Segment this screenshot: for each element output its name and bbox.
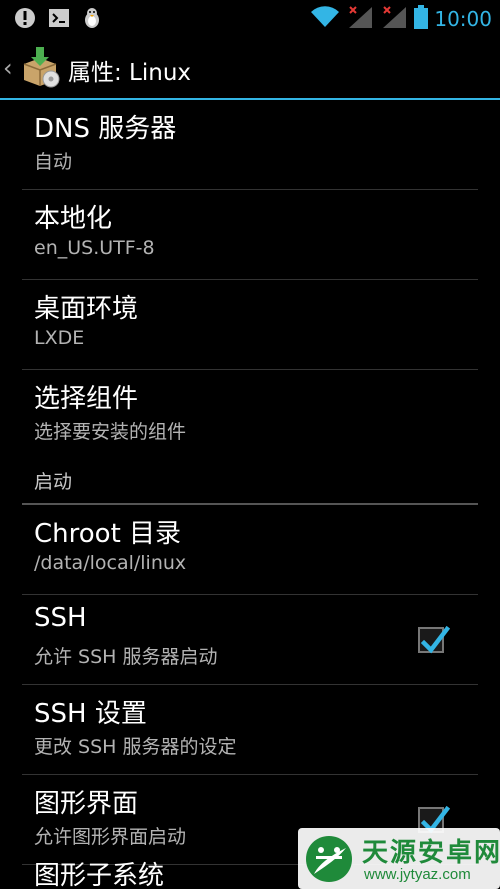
pref-summary: 允许 SSH 服务器启动: [34, 646, 218, 668]
install-package-icon[interactable]: [20, 46, 62, 88]
pref-title: SSH 设置: [34, 699, 147, 729]
pref-title: SSH: [34, 603, 87, 633]
pref-summary: 选择要安装的组件: [34, 421, 187, 443]
battery-icon: [414, 5, 429, 33]
pref-summary: 允许图形界面启动: [34, 826, 187, 848]
pref-title: 桌面环境: [34, 294, 139, 324]
watermark-text-cn: 天源安卓网: [362, 838, 500, 868]
pref-locale[interactable]: 本地化 en_US.UTF-8: [0, 190, 500, 280]
pref-title: 本地化: [34, 204, 113, 234]
pref-title: DNS 服务器: [34, 114, 177, 144]
pref-ssh[interactable]: SSH 允许 SSH 服务器启动: [0, 595, 500, 685]
page-title: 属性: Linux: [68, 60, 192, 86]
pref-summary: LXDE: [34, 327, 85, 349]
pref-summary: 更改 SSH 服务器的设定: [34, 736, 237, 758]
preference-list[interactable]: DNS 服务器 自动 本地化 en_US.UTF-8 桌面环境 LXDE 选择组…: [0, 100, 500, 865]
action-bar: ‹ 属性: Linux: [0, 36, 500, 100]
watermark-logo-icon: [304, 834, 354, 884]
pref-summary: en_US.UTF-8: [34, 237, 155, 259]
pref-summary: /data/local/linux: [34, 552, 187, 574]
chevron-left-icon[interactable]: ‹: [3, 54, 13, 82]
pref-title: 选择组件: [34, 384, 139, 414]
status-bar: 10:00: [0, 0, 500, 36]
wifi-icon: [310, 5, 340, 33]
section-header-startup: 启动: [0, 460, 500, 505]
pref-chroot-directory[interactable]: Chroot 目录 /data/local/linux: [0, 505, 500, 595]
clock: 10:00: [434, 7, 492, 31]
pref-select-components[interactable]: 选择组件 选择要安装的组件: [0, 370, 500, 460]
pref-title: Chroot 目录: [34, 519, 182, 549]
signal-icon: [346, 5, 374, 33]
pref-title: 图形界面: [34, 789, 139, 819]
tux-icon: [82, 7, 102, 33]
watermark: 天源安卓网 www.jytyaz.com: [298, 828, 500, 889]
alert-icon: [14, 7, 36, 33]
ssh-checkbox[interactable]: [418, 625, 450, 654]
pref-ssh-settings[interactable]: SSH 设置 更改 SSH 服务器的设定: [0, 685, 500, 775]
watermark-text-en: www.jytyaz.com: [364, 866, 471, 883]
pref-summary: 自动: [34, 151, 73, 173]
terminal-icon: [48, 8, 70, 32]
pref-dns-server[interactable]: DNS 服务器 自动: [0, 100, 500, 190]
section-label: 启动: [34, 471, 73, 493]
pref-desktop-environment[interactable]: 桌面环境 LXDE: [0, 280, 500, 370]
signal-icon: [380, 5, 408, 33]
pref-graphics-subsystem[interactable]: 图形子系统: [34, 855, 164, 889]
